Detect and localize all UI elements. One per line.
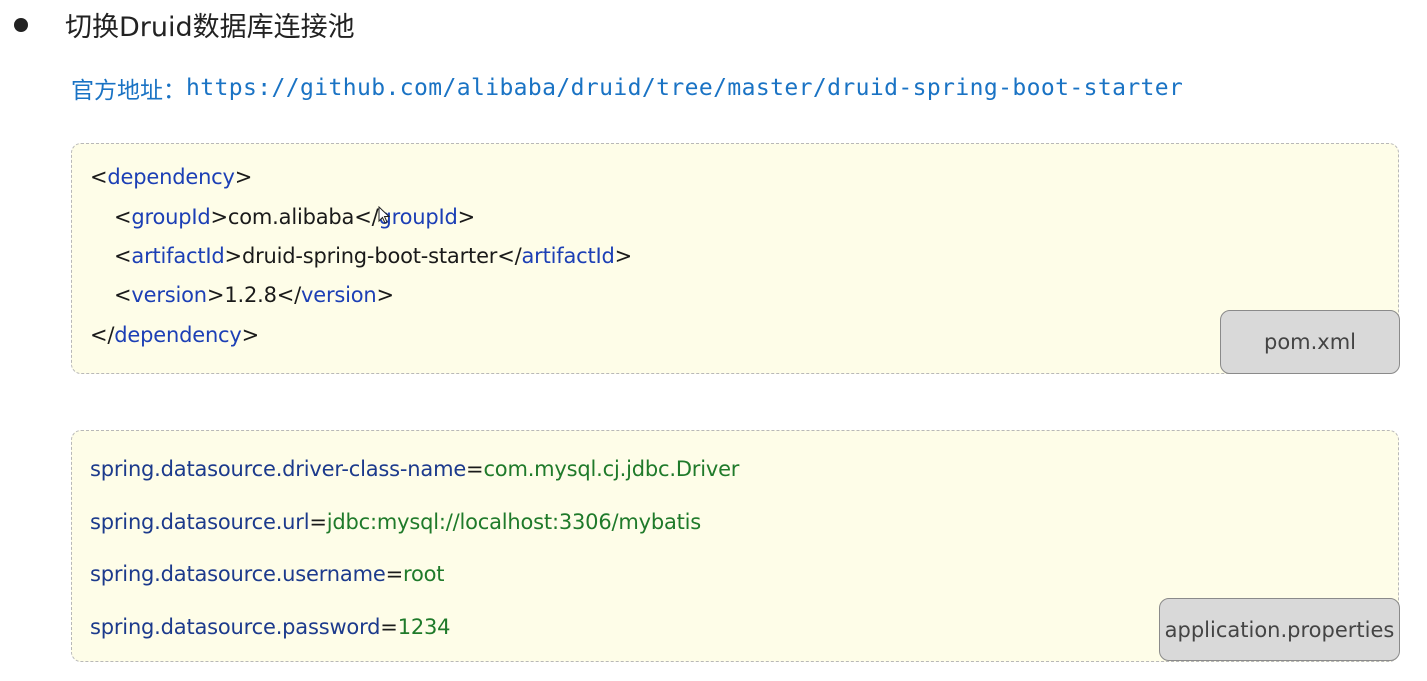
pom-file-label: pom.xml: [1220, 310, 1400, 374]
property-line-password: spring.datasource.password=1234: [90, 615, 451, 639]
properties-file-label: application.properties: [1159, 598, 1400, 661]
section-heading: 切换Druid数据库连接池: [14, 4, 355, 44]
pom-line-dependency-open: <dependency>: [90, 165, 253, 189]
heading-text: 切换Druid数据库连接池: [65, 11, 355, 43]
bullet-icon: [14, 18, 28, 32]
pom-line-version: <version>1.2.8</version>: [114, 283, 394, 307]
address-label: 官方地址：: [71, 78, 186, 104]
property-line-url: spring.datasource.url=jdbc:mysql://local…: [90, 510, 702, 534]
pom-line-dependency-close: </dependency>: [90, 323, 260, 347]
pom-line-groupid: <groupId>com.alibaba</groupId>: [114, 205, 475, 229]
pom-line-artifactid: <artifactId>druid-spring-boot-starter</a…: [114, 244, 633, 268]
official-address: 官方地址： https://github.com/alibaba/druid/t…: [71, 68, 1183, 108]
mouse-cursor-icon: [378, 206, 390, 224]
property-line-driver: spring.datasource.driver-class-name=com.…: [90, 457, 740, 481]
property-line-username: spring.datasource.username=root: [90, 562, 445, 586]
address-link[interactable]: https://github.com/alibaba/druid/tree/ma…: [186, 75, 1183, 101]
